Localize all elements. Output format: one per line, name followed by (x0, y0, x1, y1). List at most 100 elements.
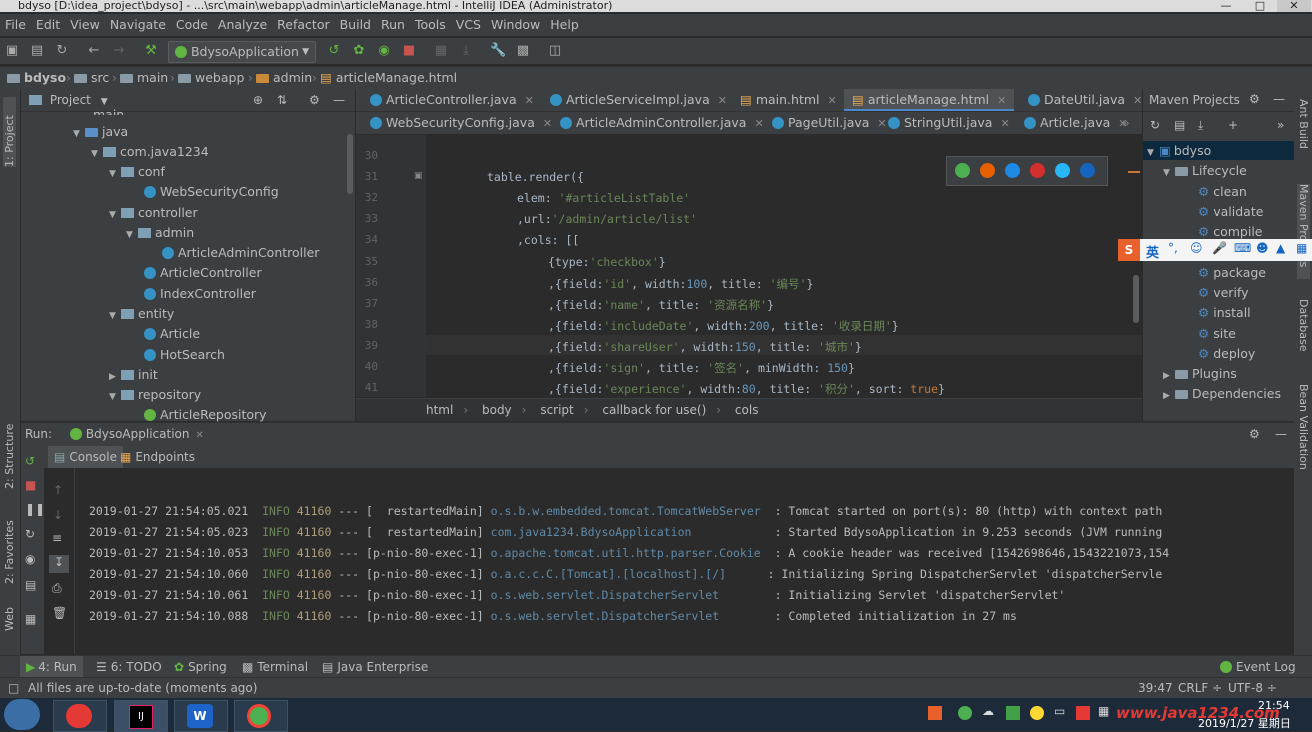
rerun-icon[interactable]: ↺ (326, 43, 342, 59)
microphone-icon[interactable]: 🎤 (1212, 241, 1227, 255)
tree-item-class[interactable]: ArticleController (144, 265, 262, 280)
crumb-main[interactable]: main (120, 67, 168, 89)
crumb-script[interactable]: script (540, 403, 573, 417)
tree-item-class[interactable]: ArticleAdminController (162, 245, 319, 260)
sogou-logo-icon[interactable]: S (1118, 239, 1140, 261)
hide-icon[interactable]: — (1275, 423, 1287, 446)
close-tab-icon[interactable]: ✕ (997, 94, 1006, 107)
close-tab-icon[interactable]: ✕ (543, 117, 552, 130)
close-tab-icon[interactable]: ✕ (1133, 94, 1142, 107)
tree-item-controller[interactable]: ▼ controller (109, 205, 198, 220)
caret-position[interactable]: 39:47 (1138, 678, 1173, 699)
taskbar-app-pinwheel[interactable] (53, 700, 107, 732)
tray-qq-icon[interactable] (1030, 706, 1044, 720)
attach-icon[interactable]: ▦ (433, 43, 449, 59)
camera-icon[interactable]: ◉ (25, 552, 35, 566)
tab-todo[interactable]: ☰ 6: TODO (96, 656, 162, 678)
ie-icon[interactable] (1055, 163, 1070, 178)
fold-marker-icon[interactable]: ▣ (414, 171, 423, 181)
save-icon[interactable]: ▤ (29, 43, 45, 59)
tree-item-interface[interactable]: ArticleRepository (144, 407, 267, 422)
maven-goal[interactable]: ⚙ install (1198, 305, 1251, 320)
tree-item-java[interactable]: ▼ java (73, 124, 128, 139)
tab-string-util[interactable]: StringUtil.java ✕ (888, 112, 1010, 134)
tab-endpoints[interactable]: ▦ Endpoints (120, 446, 195, 468)
crumb-webapp[interactable]: webapp (178, 67, 244, 89)
tray-cloud-icon[interactable]: ☁ (982, 704, 994, 718)
stop-icon[interactable]: ■ (25, 478, 36, 492)
firefox-icon[interactable] (980, 163, 995, 178)
tab-terminal[interactable]: ▩ Terminal (242, 656, 308, 678)
tree-item-repository[interactable]: ▼ repository (109, 387, 201, 402)
project-scrollbar[interactable] (347, 134, 353, 194)
maven-goal[interactable]: ⚙ validate (1198, 204, 1263, 219)
close-tab-icon[interactable]: ✕ (195, 430, 203, 441)
tray-monitor-icon[interactable]: ▭ (1054, 704, 1065, 718)
tree-item-conf[interactable]: ▼ conf (109, 164, 165, 179)
debug-icon[interactable]: ✿ (351, 43, 367, 59)
menu-navigate[interactable]: Navigate (105, 14, 171, 36)
menu-refactor[interactable]: Refactor (272, 14, 334, 36)
layout-icon[interactable]: ▤ (25, 578, 36, 592)
download-icon[interactable]: ⤓ (458, 43, 474, 59)
tab-article-manage-html[interactable]: ▤ articleManage.html ✕ (844, 89, 1015, 111)
skin-icon[interactable]: ▲ (1276, 241, 1285, 255)
tree-item-entity[interactable]: ▼ entity (109, 306, 174, 321)
crumb-src[interactable]: src (74, 67, 109, 89)
tree-item-package[interactable]: ▼ com.java1234 (91, 144, 209, 159)
maven-goal[interactable]: ⚙ deploy (1198, 346, 1255, 361)
maven-lifecycle[interactable]: ▼ Lifecycle (1163, 163, 1247, 178)
chevron-down-icon[interactable]: ▼ (101, 97, 108, 107)
tab-java-enterprise[interactable]: ▤ Java Enterprise (322, 656, 428, 678)
close-tab-icon[interactable]: ✕ (525, 94, 534, 107)
gear-icon[interactable]: ⚙ (1249, 423, 1260, 446)
maven-goal[interactable]: ⚙ compile (1198, 224, 1263, 239)
close-tab-icon[interactable]: ✕ (1000, 117, 1009, 130)
punctuation-icon[interactable]: °, (1168, 241, 1178, 255)
tab-event-log[interactable]: Event Log (1220, 656, 1296, 678)
maven-projects-tab[interactable]: Maven Projects (1297, 184, 1310, 279)
database-tab[interactable]: Database (1297, 299, 1310, 364)
hide-icon[interactable]: — (333, 89, 345, 111)
menu-code[interactable]: Code (171, 14, 213, 36)
rerun-icon[interactable]: ↺ (25, 454, 35, 468)
tab-page-util[interactable]: PageUtil.java ✕ (772, 112, 887, 134)
crumb-html[interactable]: html (426, 403, 453, 417)
reimport-icon[interactable]: ↻ (1150, 118, 1160, 132)
open-folder-icon[interactable]: ▣ (4, 43, 20, 59)
tab-date-util[interactable]: DateUtil.java ✕ (1028, 89, 1142, 111)
opera-icon[interactable] (1030, 163, 1045, 178)
taskbar-app-chrome[interactable] (234, 700, 288, 732)
menu-view[interactable]: View (65, 14, 105, 36)
sync-icon[interactable]: ↻ (54, 43, 70, 59)
tab-run[interactable]: ▶ 4: Run (20, 656, 83, 678)
emoji-icon[interactable]: ☺ (1190, 241, 1203, 255)
more-tabs-icon[interactable]: » (1122, 112, 1130, 134)
maven-goal[interactable]: ⚙ site (1198, 326, 1236, 341)
close-tab-icon[interactable]: ✕ (718, 94, 727, 107)
tree-item-class[interactable]: Article (144, 326, 200, 341)
close-tab-icon[interactable]: ✕ (754, 117, 763, 130)
ime-lang[interactable]: 英 (1146, 242, 1159, 261)
crumb-body[interactable]: body (482, 403, 512, 417)
tree-item-main[interactable]: main (93, 107, 124, 115)
menu-run[interactable]: Run (376, 14, 410, 36)
menu-help[interactable]: Help (545, 14, 584, 36)
bean-validation-tab[interactable]: Bean Validation (1297, 384, 1310, 479)
pause-icon[interactable]: ❚❚ (25, 502, 45, 516)
menu-build[interactable]: Build (335, 14, 376, 36)
tab-article-service-impl[interactable]: ArticleServiceImpl.java ✕ (550, 89, 727, 111)
console-output[interactable]: 2019-01-27 21:54:05.021 INFO 41160 --- [… (75, 468, 1294, 654)
editor-scrollbar[interactable] (1133, 275, 1139, 323)
tray-chrome-icon[interactable] (958, 706, 972, 720)
tree-item-class[interactable]: WebSecurityConfig (144, 184, 279, 199)
line-separator[interactable]: CRLF ÷ (1178, 678, 1222, 699)
chrome-icon[interactable] (955, 163, 970, 178)
menu-file[interactable]: File (0, 14, 31, 36)
stop-icon[interactable]: ■ (401, 43, 417, 59)
tab-article-java[interactable]: Article.java ✕ (1024, 112, 1127, 134)
status-toggle-icon[interactable]: □ (8, 678, 19, 699)
tray-network-icon[interactable]: ▦ (1098, 704, 1109, 718)
close-button[interactable]: ✕ (1277, 0, 1311, 12)
restore-layout-icon[interactable]: ↻ (25, 527, 35, 541)
